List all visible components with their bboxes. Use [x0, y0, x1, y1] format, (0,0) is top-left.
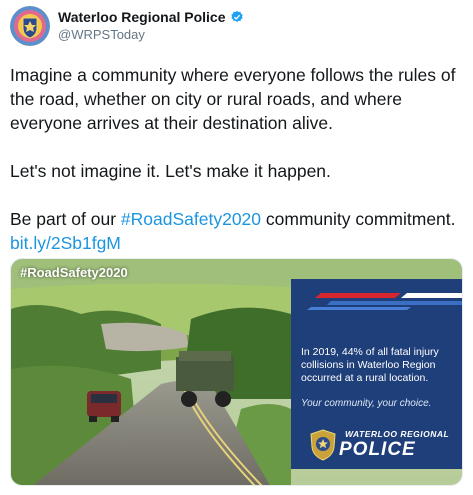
panel-stripes-decoration [291, 279, 462, 319]
collision-statistic: In 2019, 44% of all fatal injury collisi… [301, 346, 439, 384]
tweet-text: Imagine a community where everyone follo… [10, 63, 465, 255]
tweet-text-segment: community commitment. [261, 209, 456, 229]
tweet-paragraph-3: Be part of our #RoadSafety2020 community… [10, 207, 465, 255]
logo-subtitle: WATERLOO REGIONAL [345, 429, 450, 439]
avatar[interactable] [10, 6, 50, 46]
hashtag-link[interactable]: #RoadSafety2020 [121, 209, 261, 229]
tweet-paragraph-1: Imagine a community where everyone follo… [10, 65, 456, 133]
police-badge-icon [310, 429, 336, 461]
tweet-text-segment: Be part of our [10, 209, 121, 229]
police-logo: WATERLOO REGIONAL POLICE [303, 427, 453, 463]
logo-title: POLICE [339, 439, 416, 460]
author-display-name[interactable]: Waterloo Regional Police [58, 9, 226, 25]
author-handle[interactable]: @WRPSToday [58, 27, 145, 42]
media-hashtag-overlay: #RoadSafety2020 [20, 265, 128, 280]
tweet-paragraph-2: Let's not imagine it. Let's make it happ… [10, 161, 331, 181]
campaign-panel: In 2019, 44% of all fatal injury collisi… [291, 279, 462, 469]
verified-badge-icon [230, 10, 243, 22]
tweet-media-image[interactable]: #RoadSafety2020 In 2019, 44% of all fata… [10, 258, 463, 486]
police-crest-icon [10, 6, 50, 46]
url-link[interactable]: bit.ly/2Sb1fgM [10, 233, 121, 253]
campaign-tagline: Your community, your choice. [301, 398, 432, 409]
tweet-header: Waterloo Regional Police @WRPSToday [10, 6, 463, 46]
